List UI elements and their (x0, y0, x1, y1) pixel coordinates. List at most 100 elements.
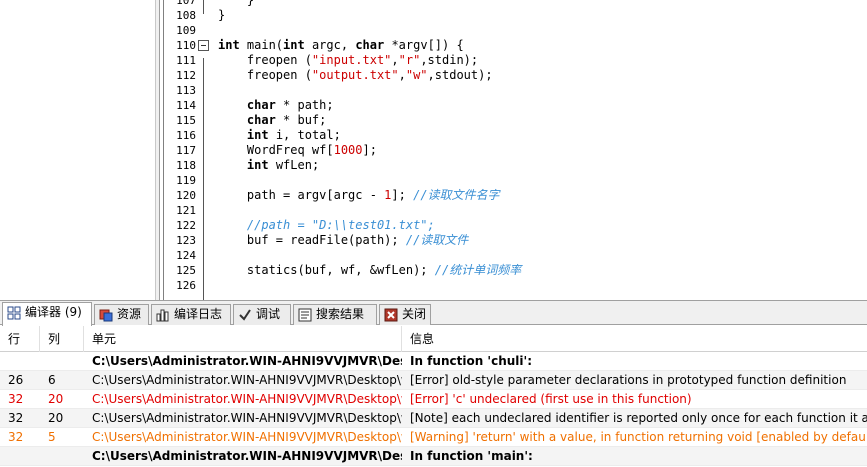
line-number: 124 (176, 249, 196, 262)
code-token: 1000 (333, 143, 363, 157)
message-line-cell: 26 (8, 373, 24, 387)
code-line[interactable]: 109 (164, 23, 867, 38)
message-row[interactable]: 32 5 C:\Users\Administrator.WIN-AHNI9VVJMV… (0, 428, 867, 447)
code-line[interactable]: 117 WordFreq wf[1000]; (164, 143, 867, 158)
line-number: 107 (176, 0, 196, 7)
code-token: i, total; (268, 128, 341, 142)
message-col-cell: 20 (48, 411, 64, 425)
code-line[interactable]: 118 int wfLen; (164, 158, 867, 173)
message-row[interactable]: 26 6 C:\Users\Administrator.WIN-AHNI9VVJMV… (0, 371, 867, 390)
line-number: 125 (176, 264, 196, 277)
tab-label: 编译器 (9) (25, 305, 82, 319)
code-line[interactable]: 107 } (164, 0, 867, 8)
code-token: "r" (398, 53, 421, 67)
column-header-line[interactable]: 行 (0, 326, 40, 352)
tab-label: 资源 (117, 307, 142, 321)
code-line[interactable]: 123 buf = readFile(path); //读取文件 (164, 233, 867, 248)
code-line[interactable]: 120 path = argv[argc - 1]; //读取文件名字 (164, 188, 867, 203)
checkmark-icon (238, 308, 252, 322)
code-line[interactable]: 125 statics(buf, wf, &wfLen); //统计单词频率 (164, 263, 867, 278)
tab-debug[interactable]: 调试 (233, 304, 291, 325)
tab-close[interactable]: 关闭 (379, 304, 431, 325)
column-header-unit[interactable]: 单元 (84, 326, 402, 352)
line-number: 116 (176, 129, 196, 142)
message-line-cell: 32 (8, 392, 24, 406)
tab-compile-log[interactable]: 编译日志 (151, 304, 231, 325)
code-token: } (218, 0, 255, 7)
code-line[interactable]: 113 (164, 83, 867, 98)
grid-icon (7, 306, 21, 320)
line-number: 122 (176, 219, 196, 232)
line-number: 123 (176, 234, 196, 247)
compiler-messages-grid: 行 列 单元 信息 C:\Users\Administrator.WIN-AHN… (0, 326, 867, 467)
tab-resources[interactable]: 资源 (94, 304, 149, 325)
message-unit-cell: C:\Users\Administrator.WIN-AHNI9VVJMVR\D… (92, 449, 402, 463)
code-editor[interactable]: 107 } 108} 109 110 int main(int argc, char *… (163, 0, 867, 300)
bar-chart-icon (156, 308, 170, 322)
tab-search-results[interactable]: 搜索结果 (293, 304, 377, 325)
tab-label: 关闭 (402, 307, 427, 321)
code-token: *argv[]) { (384, 38, 464, 52)
fold-collapse-icon[interactable] (198, 40, 209, 51)
code-text: char * buf; (218, 113, 326, 128)
message-unit-cell: C:\Users\Administrator.WIN-AHNI9VVJMVR\D… (92, 373, 402, 387)
line-number: 118 (176, 159, 196, 172)
code-token: char (246, 98, 276, 112)
code-line[interactable]: 115 char * buf; (164, 113, 867, 128)
code-line[interactable]: 122 //path = "D:\\test01.txt"; (164, 218, 867, 233)
panel-splitter[interactable] (155, 0, 159, 300)
message-info-cell: In function 'main': (410, 449, 533, 463)
line-number: 121 (176, 204, 196, 217)
tab-compiler[interactable]: 编译器 (9) (2, 302, 92, 326)
message-col-cell: 6 (48, 373, 56, 387)
line-number: 120 (176, 189, 196, 202)
code-token: "w" (405, 68, 428, 82)
code-token: WordFreq wf[ (218, 143, 334, 157)
message-line-cell: 32 (8, 411, 24, 425)
column-header-col[interactable]: 列 (40, 326, 84, 352)
message-unit-cell: C:\Users\Administrator.WIN-AHNI9VVJMVR\D… (92, 430, 402, 444)
code-token: main( (239, 38, 284, 52)
code-text: freopen ("input.txt","r",stdin); (218, 53, 478, 68)
code-token: int (218, 38, 240, 52)
code-line[interactable]: 111 freopen ("input.txt","r",stdin); (164, 53, 867, 68)
message-line-cell: 32 (8, 430, 24, 444)
message-row[interactable]: C:\Users\Administrator.WIN-AHNI9VVJMVR\D… (0, 447, 867, 466)
code-token: } (218, 8, 226, 22)
code-line[interactable]: 110 int main(int argc, char *argv[]) { (164, 38, 867, 53)
code-text: } (218, 0, 254, 8)
code-line[interactable]: 119 (164, 173, 867, 188)
code-line[interactable]: 124 (164, 248, 867, 263)
line-number: 108 (176, 9, 196, 22)
code-line[interactable]: 114 char * path; (164, 98, 867, 113)
message-unit-cell: C:\Users\Administrator.WIN-AHNI9VVJMVR\D… (92, 411, 402, 425)
code-token: ,stdout); (427, 68, 493, 82)
message-info-cell: [Error] 'c' undeclared (first use in thi… (410, 392, 692, 406)
message-row[interactable]: 32 20 C:\Users\Administrator.WIN-AHNI9VVJM… (0, 409, 867, 428)
line-number: 114 (176, 99, 196, 112)
code-text: statics(buf, wf, &wfLen); //统计单词频率 (218, 263, 521, 278)
line-number: 111 (176, 54, 196, 67)
code-token: argc, (304, 38, 356, 52)
message-info-cell: [Note] each undeclared identifier is rep… (410, 411, 867, 425)
code-line[interactable]: 126 (164, 278, 867, 293)
code-line[interactable]: 108} (164, 8, 867, 23)
grid-header-row: 行 列 单元 信息 (0, 326, 867, 352)
code-text: } (218, 8, 225, 23)
code-line[interactable]: 112 freopen ("output.txt","w",stdout); (164, 68, 867, 83)
code-line[interactable]: 121 (164, 203, 867, 218)
code-token: , (398, 68, 406, 82)
search-results-icon (298, 308, 312, 322)
code-text: path = argv[argc - 1]; //读取文件名字 (218, 188, 500, 203)
code-token: , (391, 53, 399, 67)
code-token: "output.txt" (311, 68, 399, 82)
code-line[interactable]: 116 int i, total; (164, 128, 867, 143)
message-row[interactable]: C:\Users\Administrator.WIN-AHNI9VVJMVR\D… (0, 352, 867, 371)
line-number: 126 (176, 279, 196, 292)
message-row[interactable]: 32 20 C:\Users\Administrator.WIN-AHNI9VVJM… (0, 390, 867, 409)
column-header-info[interactable]: 信息 (402, 326, 867, 352)
code-text: freopen ("output.txt","w",stdout); (218, 68, 493, 83)
